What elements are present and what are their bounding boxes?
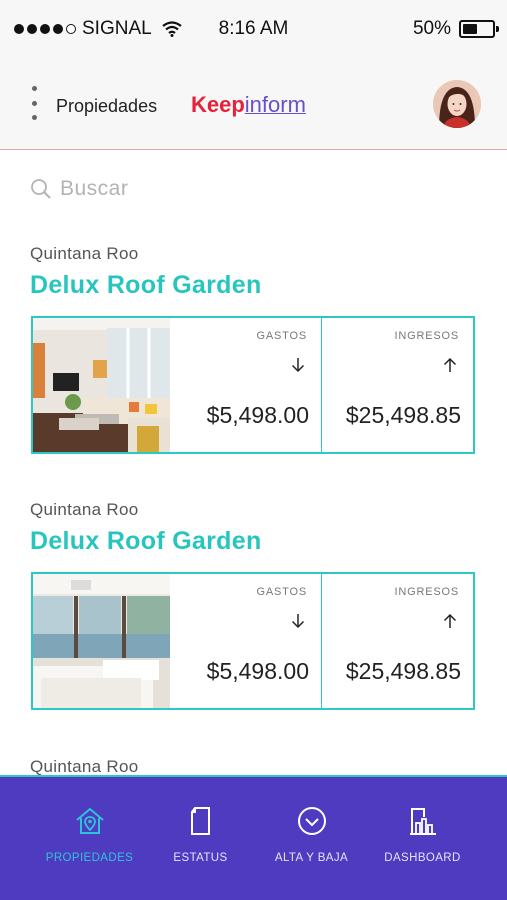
expenses-label: GASTOS	[256, 586, 307, 598]
property-location: Quintana Roo	[30, 500, 139, 519]
arrow-up-icon	[443, 357, 457, 372]
expenses-stat: GASTOS $5,498.00	[170, 574, 321, 708]
nav-label: ALTA Y BAJA	[274, 852, 349, 864]
income-stat: INGRESOS $25,498.85	[321, 574, 473, 708]
battery-group: 50%	[412, 18, 499, 40]
nav-item-alta-y-baja[interactable]: ALTA Y BAJA	[256, 777, 367, 900]
property-name[interactable]: Delux Roof Garden	[30, 271, 262, 300]
expenses-value: $5,498.00	[206, 658, 309, 684]
expenses-value: $5,498.00	[206, 402, 309, 428]
search-input[interactable]: Buscar	[30, 172, 470, 206]
page-title: Propiedades	[56, 96, 158, 116]
expenses-stat: GASTOS $5,498.00	[170, 318, 321, 452]
income-label: INGRESOS	[394, 330, 459, 342]
status-bar: SIGNAL 8:16 AM 50%	[0, 0, 507, 58]
battery-percent: 50%	[412, 18, 451, 39]
avatar-image	[433, 80, 481, 128]
search-icon	[31, 179, 51, 199]
arrow-down-icon	[291, 358, 305, 373]
more-menu-icon[interactable]	[29, 86, 39, 120]
arrow-down-icon	[291, 614, 305, 629]
income-stat: INGRESOS $25,498.85	[321, 318, 473, 452]
bottom-nav: PROPIEDADES ESTATUS ALTA Y BAJA DASHBOAR…	[0, 775, 507, 900]
logo-keep: Keep	[191, 92, 245, 117]
search-placeholder: Buscar	[60, 177, 129, 200]
income-value: $25,498.85	[345, 402, 461, 428]
property-photo	[33, 318, 170, 452]
bar-chart-icon	[409, 808, 436, 835]
nav-label: PROPIEDADES	[45, 852, 134, 864]
battery-icon	[459, 20, 499, 38]
property-photo	[33, 574, 170, 708]
house-pin-icon	[75, 807, 104, 834]
check-circle-icon	[297, 807, 326, 835]
income-label: INGRESOS	[394, 586, 459, 598]
nav-item-estatus[interactable]: ESTATUS	[145, 777, 256, 900]
property-card[interactable]: GASTOS $5,498.00 INGRESOS $25,498.85	[31, 572, 475, 710]
nav-item-dashboard[interactable]: DASHBOARD	[367, 777, 478, 900]
avatar[interactable]	[433, 80, 481, 128]
nav-item-propiedades[interactable]: PROPIEDADES	[34, 777, 145, 900]
logo-inform: inform	[244, 92, 306, 117]
property-location: Quintana Roo	[30, 244, 139, 263]
nav-label: DASHBOARD	[384, 852, 461, 864]
property-location: Quintana Roo	[30, 757, 139, 776]
arrow-up-icon	[443, 613, 457, 628]
battery-level	[463, 24, 477, 34]
app-logo: Keepinform	[191, 92, 306, 118]
property-name[interactable]: Delux Roof Garden	[30, 527, 262, 556]
document-icon	[190, 807, 210, 835]
expenses-label: GASTOS	[256, 330, 307, 342]
income-value: $25,498.85	[345, 658, 461, 684]
nav-label: ESTATUS	[173, 852, 228, 864]
property-card[interactable]: GASTOS $5,498.00 INGRESOS $25,498.85	[31, 316, 475, 454]
app-header: Propiedades Keepinform	[0, 58, 507, 150]
